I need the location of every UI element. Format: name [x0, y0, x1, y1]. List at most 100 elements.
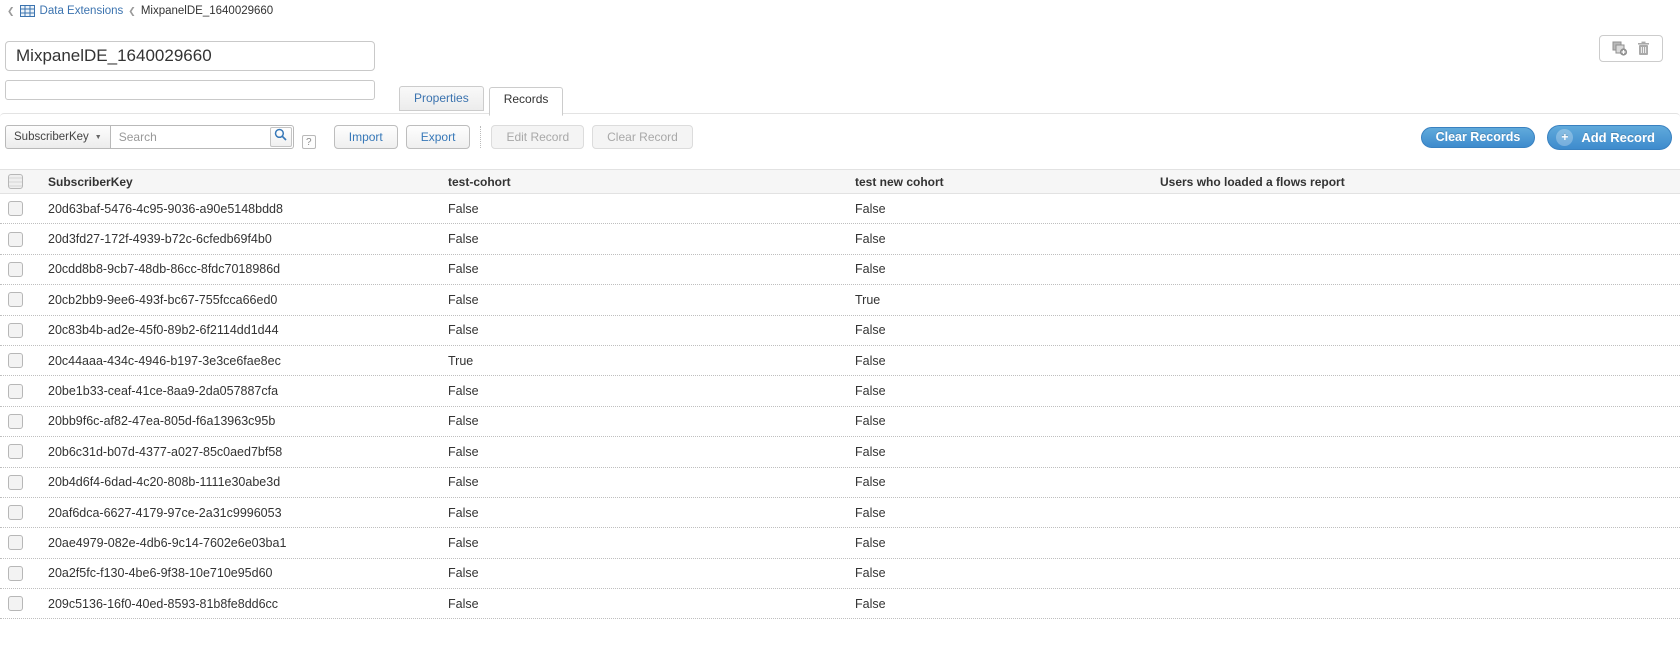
data-extension-grid-icon [20, 5, 35, 17]
select-all-checkbox[interactable] [8, 174, 23, 189]
row-checkbox[interactable] [8, 475, 23, 490]
help-icon[interactable]: ? [302, 135, 316, 149]
breadcrumb-current-item: MixpanelDE_1640029660 [141, 5, 273, 17]
table-row[interactable]: 20ae4979-082e-4db6-9c14-7602e6e03ba1 Fal… [0, 528, 1680, 558]
cell-test-new-cohort: False [847, 262, 1152, 276]
row-checkbox[interactable] [8, 262, 23, 277]
cell-subscriberkey: 20af6dca-6627-4179-97ce-2a31c9996053 [40, 506, 440, 520]
cell-test-new-cohort: False [847, 384, 1152, 398]
row-checkbox[interactable] [8, 201, 23, 216]
cell-test-cohort: False [440, 232, 847, 246]
row-checkbox[interactable] [8, 414, 23, 429]
chevron-down-icon: ▼ [95, 134, 102, 141]
column-header-subscriberkey[interactable]: SubscriberKey [40, 175, 440, 189]
cell-subscriberkey: 209c5136-16f0-40ed-8593-81b8fe8dd6cc [40, 597, 440, 611]
row-checkbox[interactable] [8, 505, 23, 520]
cell-subscriberkey: 20a2f5fc-f130-4be6-9f38-10e710e95d60 [40, 566, 440, 580]
breadcrumb-separator-icon: ❮ [128, 7, 136, 16]
table-row[interactable]: 20a2f5fc-f130-4be6-9f38-10e710e95d60 Fal… [0, 559, 1680, 589]
cell-test-new-cohort: False [847, 414, 1152, 428]
cell-subscriberkey: 20ae4979-082e-4db6-9c14-7602e6e03ba1 [40, 536, 440, 550]
row-checkbox[interactable] [8, 323, 23, 338]
row-checkbox[interactable] [8, 566, 23, 581]
back-chevron-icon[interactable]: ❮ [7, 7, 15, 16]
search-field-dropdown[interactable]: SubscriberKey ▼ [5, 125, 111, 149]
duplicate-icon[interactable] [1612, 41, 1628, 56]
table-row[interactable]: 20cdd8b8-9cb7-48db-86cc-8fdc7018986d Fal… [0, 255, 1680, 285]
table-row[interactable]: 20c83b4b-ad2e-45f0-89b2-6f2114dd1d44 Fal… [0, 316, 1680, 346]
cell-test-cohort: False [440, 323, 847, 337]
table-body: 20d63baf-5476-4c95-9036-a90e5148bdd8 Fal… [0, 194, 1680, 619]
table-row[interactable]: 20b6c31d-b07d-4377-a027-85c0aed7bf58 Fal… [0, 437, 1680, 467]
cell-test-cohort: False [440, 384, 847, 398]
add-record-button[interactable]: + Add Record [1547, 125, 1672, 150]
table-row[interactable]: 20be1b33-ceaf-41ce-8aa9-2da057887cfa Fal… [0, 376, 1680, 406]
cell-subscriberkey: 20d63baf-5476-4c95-9036-a90e5148bdd8 [40, 202, 440, 216]
row-checkbox[interactable] [8, 444, 23, 459]
plus-icon: + [1556, 129, 1573, 146]
tab-properties[interactable]: Properties [399, 86, 484, 111]
cell-test-new-cohort: False [847, 354, 1152, 368]
extension-name-input[interactable] [5, 41, 375, 71]
records-panel: SubscriberKey ▼ ? Import Export Edit Rec… [0, 113, 1680, 619]
cell-test-cohort: False [440, 536, 847, 550]
table-row[interactable]: 20cb2bb9-9ee6-493f-bc67-755fcca66ed0 Fal… [0, 285, 1680, 315]
table-row[interactable]: 20bb9f6c-af82-47ea-805d-f6a13963c95b Fal… [0, 407, 1680, 437]
trash-icon[interactable] [1637, 41, 1650, 56]
cell-test-new-cohort: False [847, 506, 1152, 520]
records-table: SubscriberKey test-cohort test new cohor… [0, 169, 1680, 619]
cell-test-cohort: False [440, 414, 847, 428]
cell-subscriberkey: 20cdd8b8-9cb7-48db-86cc-8fdc7018986d [40, 262, 440, 276]
tab-bar: Properties Records [399, 86, 563, 111]
cell-test-cohort: False [440, 506, 847, 520]
cell-test-new-cohort: False [847, 232, 1152, 246]
table-header-row: SubscriberKey test-cohort test new cohor… [0, 169, 1680, 194]
cell-test-cohort: False [440, 475, 847, 489]
column-header-test-cohort[interactable]: test-cohort [440, 175, 847, 189]
column-header-flows-report[interactable]: Users who loaded a flows report [1152, 175, 1680, 189]
cell-subscriberkey: 20c83b4b-ad2e-45f0-89b2-6f2114dd1d44 [40, 323, 440, 337]
entity-actions-group [1599, 35, 1663, 62]
add-record-label: Add Record [1581, 130, 1655, 145]
breadcrumb: ❮ Data Extensions ❮ MixpanelDE_164002966… [7, 3, 273, 19]
export-button[interactable]: Export [406, 125, 471, 149]
records-toolbar: SubscriberKey ▼ ? Import Export Edit Rec… [0, 114, 1680, 160]
edit-record-button[interactable]: Edit Record [491, 125, 584, 149]
cell-test-cohort: False [440, 293, 847, 307]
table-row[interactable]: 20af6dca-6627-4179-97ce-2a31c9996053 Fal… [0, 498, 1680, 528]
tab-records[interactable]: Records [489, 87, 564, 116]
table-row[interactable]: 209c5136-16f0-40ed-8593-81b8fe8dd6cc Fal… [0, 589, 1680, 619]
clear-record-button[interactable]: Clear Record [592, 125, 693, 149]
cell-test-new-cohort: False [847, 566, 1152, 580]
cell-subscriberkey: 20b4d6f4-6dad-4c20-808b-1111e30abe3d [40, 475, 440, 489]
row-checkbox[interactable] [8, 353, 23, 368]
row-checkbox[interactable] [8, 535, 23, 550]
cell-test-new-cohort: False [847, 536, 1152, 550]
breadcrumb-data-extensions-link[interactable]: Data Extensions [40, 5, 124, 17]
row-checkbox[interactable] [8, 292, 23, 307]
cell-test-new-cohort: True [847, 293, 1152, 307]
table-row[interactable]: 20d63baf-5476-4c95-9036-a90e5148bdd8 Fal… [0, 194, 1680, 224]
row-checkbox[interactable] [8, 596, 23, 611]
toolbar-divider [480, 126, 481, 148]
clear-records-button[interactable]: Clear Records [1421, 127, 1536, 148]
cell-test-cohort: False [440, 597, 847, 611]
cell-test-new-cohort: False [847, 202, 1152, 216]
cell-test-new-cohort: False [847, 445, 1152, 459]
cell-subscriberkey: 20cb2bb9-9ee6-493f-bc67-755fcca66ed0 [40, 293, 440, 307]
cell-subscriberkey: 20bb9f6c-af82-47ea-805d-f6a13963c95b [40, 414, 440, 428]
import-button[interactable]: Import [334, 125, 398, 149]
search-button[interactable] [270, 127, 292, 147]
extension-description-input[interactable] [5, 80, 375, 100]
cell-subscriberkey: 20b6c31d-b07d-4377-a027-85c0aed7bf58 [40, 445, 440, 459]
table-row[interactable]: 20d3fd27-172f-4939-b72c-6cfedb69f4b0 Fal… [0, 224, 1680, 254]
row-checkbox[interactable] [8, 232, 23, 247]
cell-test-new-cohort: False [847, 597, 1152, 611]
row-checkbox[interactable] [8, 384, 23, 399]
cell-test-cohort: False [440, 262, 847, 276]
column-header-test-new-cohort[interactable]: test new cohort [847, 175, 1152, 189]
search-input[interactable] [111, 125, 294, 149]
search-field-value: SubscriberKey [14, 131, 89, 143]
table-row[interactable]: 20c44aaa-434c-4946-b197-3e3ce6fae8ec Tru… [0, 346, 1680, 376]
table-row[interactable]: 20b4d6f4-6dad-4c20-808b-1111e30abe3d Fal… [0, 468, 1680, 498]
